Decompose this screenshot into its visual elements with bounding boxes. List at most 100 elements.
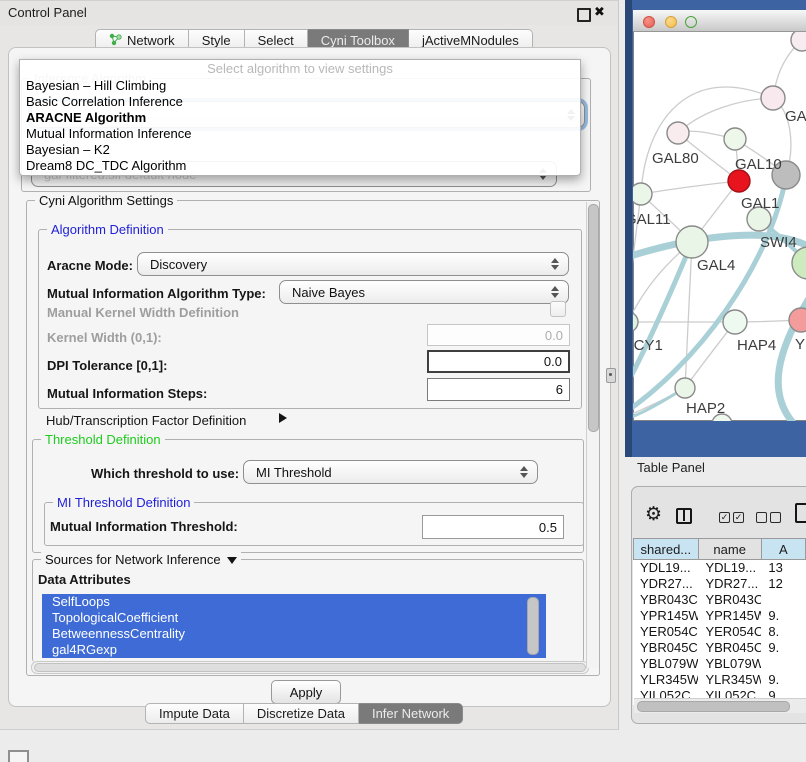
settings-vertical-scrollbar[interactable] — [586, 202, 599, 668]
settings-horizontal-scrollbar[interactable] — [31, 661, 589, 674]
tab-label: Select — [258, 33, 294, 48]
settings-hscroll-thumb[interactable] — [34, 663, 586, 672]
network-node-hap2[interactable] — [675, 378, 695, 398]
control-panel-window: Control Panel ✖ NetworkStyleSelectCyni T… — [0, 0, 619, 730]
attribute-item-topologicalcoefficient[interactable]: TopologicalCoefficient — [42, 610, 546, 626]
algorithm-option-bayesian-k2[interactable]: Bayesian – K2 — [20, 142, 580, 158]
network-edge — [641, 181, 739, 194]
attribute-item-betweennesscentrality[interactable]: BetweennessCentrality — [42, 626, 546, 642]
table-row[interactable]: YBL079WYBL079W — [633, 656, 806, 672]
network-node-hap4[interactable] — [723, 310, 747, 334]
table-row[interactable]: YBR045CYBR045C9. — [633, 640, 806, 656]
algorithm-placeholder: Select algorithm to view settings — [20, 60, 580, 78]
screen: Control Panel ✖ NetworkStyleSelectCyni T… — [0, 0, 806, 762]
attribute-item-selfloops[interactable]: SelfLoops — [42, 594, 546, 610]
table-body: YDL19...YDL19...13YDR27...YDR27...12YBR0… — [633, 560, 806, 704]
tab-label: Style — [202, 33, 231, 48]
hub-definition-label[interactable]: Hub/Transcription Factor Definition — [46, 413, 246, 428]
algorithm-option-mutual-information-inference[interactable]: Mutual Information Inference — [20, 126, 580, 142]
table-row[interactable]: YLR345WYLR345W9. — [633, 672, 806, 688]
unchecked-checkbox-icon[interactable] — [756, 512, 767, 523]
network-node-label: GCY1 — [633, 337, 663, 354]
algorithm-option-basic-correlation-inference[interactable]: Basic Correlation Inference — [20, 94, 580, 110]
panel-divider-handle[interactable] — [606, 368, 616, 383]
network-node-label: GAL4 — [697, 257, 735, 274]
network-window-titlebar[interactable] — [633, 10, 806, 32]
network-node-label: SWI4 — [760, 234, 797, 251]
tab-impute-data[interactable]: Impute Data — [145, 703, 244, 724]
network-node-gal1[interactable] — [728, 170, 750, 192]
document-icon[interactable] — [795, 503, 806, 523]
network-node-gal4[interactable] — [676, 226, 708, 258]
sources-collapse-icon[interactable] — [227, 557, 237, 564]
tab-infer-network[interactable]: Infer Network — [359, 703, 463, 724]
algorithm-option-dream8-dc-tdc-algorithm[interactable]: Dream8 DC_TDC Algorithm — [20, 158, 580, 174]
algorithm-option-aracne-algorithm[interactable]: ARACNE Algorithm — [20, 110, 580, 126]
network-node-gal80[interactable] — [667, 122, 689, 144]
tab-label: Infer Network — [372, 706, 449, 721]
settings-vscroll-thumb[interactable] — [588, 204, 599, 432]
table-cell: YDR27... — [698, 576, 761, 592]
mi-type-combo[interactable]: Naive Bayes — [279, 280, 569, 304]
gear-icon[interactable]: ⚙ — [645, 504, 662, 526]
algorithm-option-bayesian-hill-climbing[interactable]: Bayesian – Hill Climbing — [20, 78, 580, 94]
table-row[interactable]: YER054CYER054C8. — [633, 624, 806, 640]
table-row[interactable]: YDR27...YDR27...12 — [633, 576, 806, 592]
column-header-shared[interactable]: shared... — [633, 538, 699, 560]
network-node-gcy1[interactable] — [633, 312, 638, 332]
mi-threshold-input[interactable]: 0.5 — [422, 515, 564, 539]
sources-legend[interactable]: Sources for Network Inference — [41, 552, 241, 567]
combo-stepper-icon[interactable] — [551, 258, 559, 270]
table-cell: YBR043C — [698, 592, 761, 608]
panel-corner-icon[interactable] — [8, 750, 29, 762]
columns-icon[interactable] — [676, 508, 692, 524]
algorithm-definition-group: Algorithm Definition Aracne Mode: Discov… — [38, 229, 582, 409]
network-canvas[interactable]: GALGAL80GAL10GAL1GAL11SWI4GAL4HAP4YGCY1H… — [633, 32, 806, 421]
table-cell: YPR145W — [698, 608, 761, 624]
table-cell: YBL079W — [698, 656, 761, 672]
cyni-algorithm-settings-group: Cyni Algorithm Settings Algorithm Defini… — [26, 200, 600, 676]
minimize-traffic-light-icon[interactable] — [665, 16, 677, 28]
float-window-icon[interactable] — [577, 8, 591, 22]
network-node-label: GAL — [785, 108, 806, 125]
attributes-scrollbar-thumb[interactable] — [527, 597, 539, 655]
table-row[interactable]: YPR145WYPR145W9. — [633, 608, 806, 624]
unchecked-checkbox-icon[interactable] — [770, 512, 781, 523]
attribute-item-gal4rgexp[interactable]: gal4RGexp — [42, 642, 546, 658]
which-threshold-combo[interactable]: MI Threshold — [243, 460, 538, 484]
kernel-width-input[interactable]: 0.0 — [427, 324, 570, 346]
checked-checkbox-icon[interactable]: ✓ — [733, 512, 744, 523]
checked-checkbox-icon[interactable]: ✓ — [719, 512, 730, 523]
dpi-tolerance-input[interactable]: 0.0 — [427, 350, 570, 373]
table-cell: 12 — [761, 576, 806, 592]
column-header-a[interactable]: A — [762, 538, 806, 560]
network-node-gal[interactable] — [761, 86, 785, 110]
column-header-name[interactable]: name — [699, 538, 762, 560]
tab-label: Impute Data — [159, 706, 230, 721]
combo-stepper-icon[interactable] — [551, 286, 559, 298]
mi-steps-input[interactable]: 6 — [427, 378, 570, 401]
network-node-gal10[interactable] — [724, 128, 746, 150]
table-cell: 9. — [761, 640, 806, 656]
manual-kernel-checkbox[interactable] — [550, 301, 566, 317]
apply-button[interactable]: Apply — [271, 680, 341, 704]
table-row[interactable]: YBR043CYBR043C — [633, 592, 806, 608]
mi-threshold-group: MI Threshold Definition Mutual Informati… — [44, 502, 584, 546]
zoom-traffic-light-icon[interactable] — [685, 16, 697, 28]
table-row[interactable]: YDL19...YDL19...13 — [633, 560, 806, 576]
hub-expand-icon[interactable] — [279, 413, 287, 423]
network-node-y[interactable] — [789, 308, 806, 332]
close-icon[interactable]: ✖ — [594, 4, 605, 20]
network-edge — [641, 87, 773, 194]
table-horizontal-scrollbar[interactable] — [634, 698, 806, 713]
sources-group: Sources for Network Inference Data Attri… — [32, 559, 584, 662]
tab-discretize-data[interactable]: Discretize Data — [244, 703, 359, 724]
table-cell: 8. — [761, 624, 806, 640]
table-cell: YDL19... — [633, 560, 698, 576]
table-hscroll-thumb[interactable] — [637, 701, 790, 712]
network-node-gal11[interactable] — [633, 183, 652, 205]
kernel-width-label: Kernel Width (0,1): — [47, 330, 162, 345]
close-traffic-light-icon[interactable] — [643, 16, 655, 28]
combo-stepper-icon[interactable] — [520, 466, 528, 478]
aracne-mode-combo[interactable]: Discovery — [137, 252, 569, 276]
